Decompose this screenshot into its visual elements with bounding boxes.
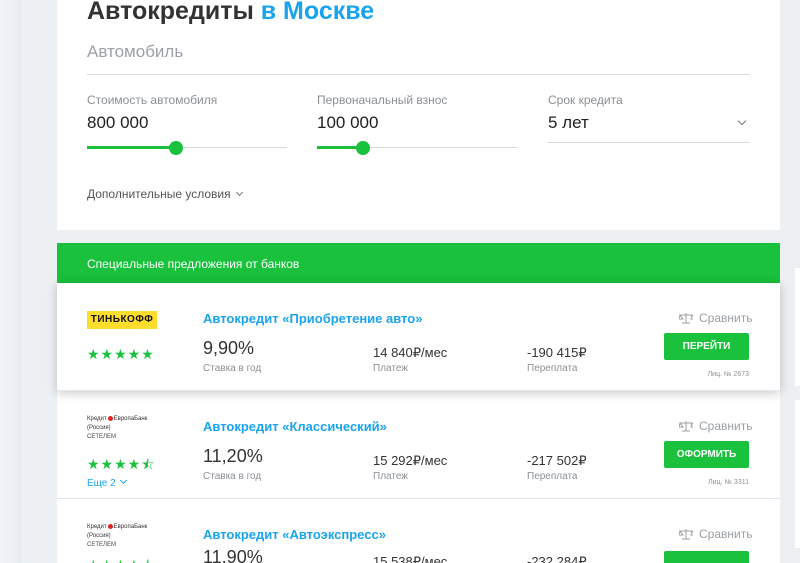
page-title-city[interactable]: в Москве	[254, 0, 374, 25]
right-side-panel	[795, 268, 800, 386]
rating-stars: ★★★★⯪	[87, 456, 156, 472]
go-button[interactable]: ПЕРЕЙТИ	[664, 333, 749, 360]
offer-name-link[interactable]: Автокредит «Классический»	[203, 419, 387, 434]
offers-header-label: Специальные предложения от банков	[87, 257, 300, 271]
rate-value: 9,90%	[203, 338, 255, 358]
more-conditions-toggle[interactable]: Дополнительные условия	[87, 187, 243, 201]
filter-card: Автокредиты в Москве Автомобиль Стоимост…	[57, 0, 780, 230]
left-background-strip	[0, 0, 22, 563]
license-number: Лиц. № 2673	[707, 371, 749, 378]
logo-dot-icon	[107, 523, 113, 529]
slider-knob[interactable]	[356, 141, 370, 155]
chevron-down-icon	[737, 116, 747, 126]
compare-label: Сравнить	[699, 419, 753, 433]
right-side-panel	[795, 400, 800, 548]
scale-icon	[679, 313, 693, 324]
offer-card: КредитЕвропаБанк (Россия) СЕТЕЛЕМ ★★★★⯪ …	[57, 391, 780, 499]
term-field: Срок кредита 5 лет	[548, 93, 749, 143]
price-slider[interactable]	[87, 141, 287, 155]
chevron-down-icon	[235, 188, 243, 197]
rate-value: 11,90%	[203, 547, 263, 563]
payment-value: 15 292₽/мес	[373, 453, 448, 468]
payment-value: 15 538₽/мес	[373, 554, 448, 563]
license-number: Лиц. № 3311	[708, 479, 749, 486]
compare-button[interactable]: Сравнить	[679, 527, 752, 541]
page-title: Автокредиты в Москве	[87, 0, 374, 26]
compare-button[interactable]: Сравнить	[679, 311, 752, 325]
term-select[interactable]: 5 лет	[548, 113, 749, 143]
scale-icon	[679, 421, 693, 432]
slider-fill	[87, 146, 176, 149]
offer-name-link[interactable]: Автокредит «Автоэкспресс»	[203, 527, 386, 542]
down-payment-field: Первоначальный взнос 100 000	[317, 93, 517, 155]
overpay-value: -217 502₽	[527, 453, 587, 468]
rating-stars: ★★★★⯪	[87, 555, 155, 563]
compare-button[interactable]: Сравнить	[679, 419, 752, 433]
overpay-label: Переплата	[527, 363, 578, 374]
logo-sub: СЕТЕЛЕМ	[87, 434, 116, 440]
payment-label: Платеж	[373, 363, 408, 374]
offer-name-link[interactable]: Автокредит «Приобретение авто»	[203, 311, 422, 326]
overpay-label: Переплата	[527, 471, 578, 482]
apply-button[interactable]: ОФОРМИТЬ	[664, 441, 749, 468]
price-label: Стоимость автомобиля	[87, 93, 218, 107]
more-offers-label: Еще 2	[87, 478, 116, 489]
page-title-main: Автокредиты	[87, 0, 254, 25]
compare-label: Сравнить	[699, 311, 753, 325]
rate-label: Ставка в год	[203, 471, 262, 482]
logo-text: Кредит	[87, 524, 107, 530]
down-payment-slider[interactable]	[317, 141, 517, 155]
tinkoff-logo[interactable]: ТИНЬКОФФ	[87, 311, 157, 329]
logo-sub: СЕТЕЛЕМ	[87, 542, 116, 548]
down-payment-input[interactable]: 100 000	[317, 113, 517, 133]
cetelem-logo[interactable]: Кредит ЕвропаБанк (Россия) СЕТЕЛЕМ	[87, 415, 161, 440]
slider-knob[interactable]	[169, 141, 183, 155]
logo-text: Кредит	[87, 416, 107, 422]
offer-card: ТИНЬКОФФ ★★★★★ Автокредит «Приобретение …	[57, 283, 780, 391]
offer-card: КредитЕвропаБанк (Россия) СЕТЕЛЕМ ★★★★⯪ …	[57, 499, 780, 563]
offers-header: Специальные предложения от банков	[57, 243, 780, 283]
term-value: 5 лет	[548, 113, 589, 132]
scale-icon	[679, 529, 693, 540]
car-input[interactable]: Автомобиль	[87, 41, 749, 75]
payment-label: Платеж	[373, 471, 408, 482]
compare-label: Сравнить	[699, 527, 753, 541]
payment-value: 14 840₽/мес	[373, 345, 448, 360]
go-button[interactable]	[664, 551, 749, 563]
term-label: Срок кредита	[548, 93, 623, 107]
rate-label: Ставка в год	[203, 363, 262, 374]
down-payment-label: Первоначальный взнос	[317, 93, 448, 107]
price-field: Стоимость автомобиля 800 000	[87, 93, 287, 155]
overpay-value: -190 415₽	[527, 345, 587, 360]
rating-stars: ★★★★★	[87, 346, 155, 362]
rate-value: 11,20%	[203, 446, 263, 466]
chevron-down-icon	[119, 476, 127, 485]
overpay-value: -232 284₽	[527, 554, 587, 563]
car-input-placeholder: Автомобиль	[87, 42, 184, 61]
cetelem-logo[interactable]: Кредит ЕвропаБанк (Россия) СЕТЕЛЕМ	[87, 523, 161, 548]
more-offers-link[interactable]: Еще 2	[87, 476, 127, 489]
logo-dot-icon	[107, 415, 113, 421]
more-conditions-label: Дополнительные условия	[87, 187, 231, 201]
price-input[interactable]: 800 000	[87, 113, 287, 133]
